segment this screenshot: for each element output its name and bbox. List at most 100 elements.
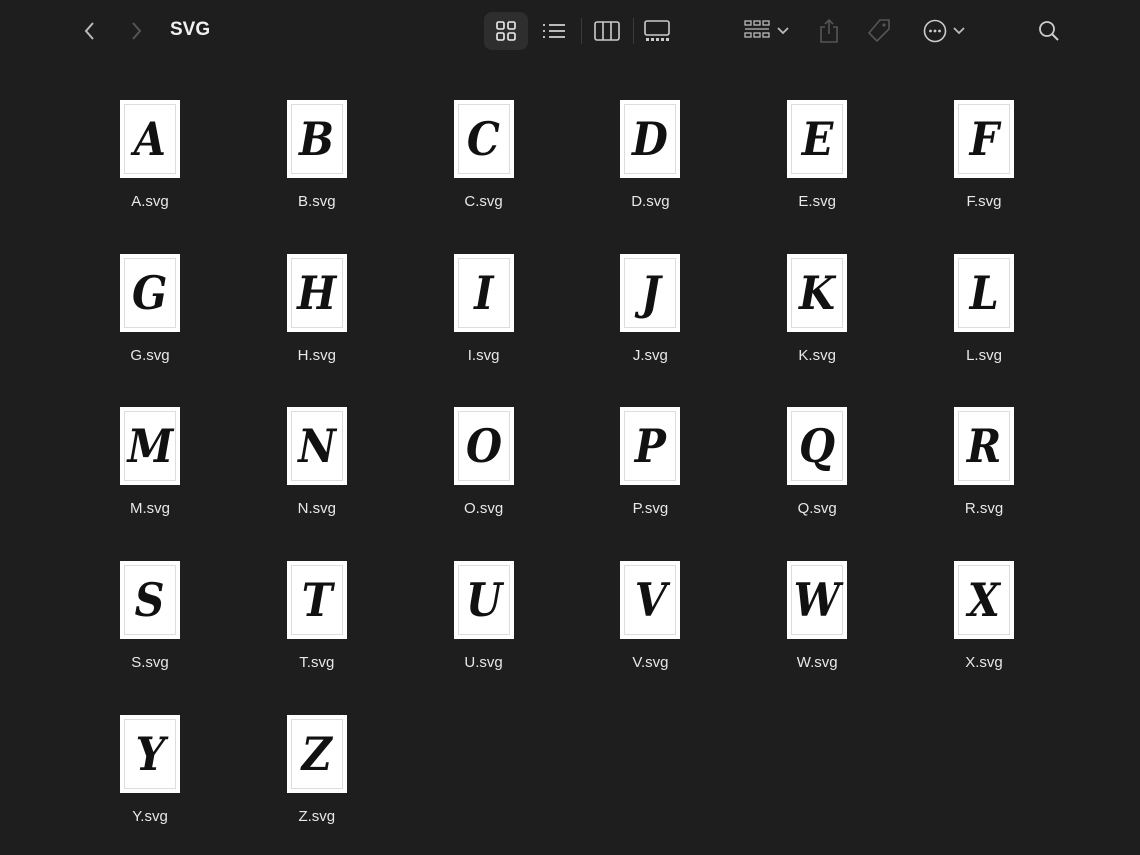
- letter-glyph: U: [465, 573, 502, 628]
- file-item[interactable]: W W.svg: [747, 561, 887, 696]
- file-thumbnail: F: [954, 100, 1014, 178]
- file-item[interactable]: T T.svg: [247, 561, 387, 696]
- file-item[interactable]: M M.svg: [80, 407, 220, 542]
- letter-glyph: Q: [799, 419, 836, 474]
- file-item[interactable]: S S.svg: [80, 561, 220, 696]
- column-view-button[interactable]: [589, 12, 625, 50]
- file-item[interactable]: I I.svg: [414, 253, 554, 389]
- file-name: M.svg: [129, 500, 170, 518]
- letter-glyph: B: [299, 112, 335, 166]
- letter-glyph: O: [465, 419, 502, 474]
- file-item[interactable]: R R.svg: [914, 407, 1054, 542]
- file-name: T.svg: [299, 654, 335, 672]
- share-button[interactable]: [814, 12, 844, 50]
- file-item[interactable]: C C.svg: [414, 100, 554, 235]
- letter-glyph: P: [634, 419, 666, 474]
- file-item[interactable]: Z Z.svg: [247, 714, 387, 850]
- file-thumbnail: S: [120, 561, 180, 640]
- gallery-view-button[interactable]: [639, 12, 675, 50]
- file-thumbnail: E: [787, 100, 848, 178]
- file-item[interactable]: X X.svg: [914, 561, 1054, 696]
- letter-glyph: G: [132, 265, 168, 320]
- file-name: J.svg: [632, 346, 668, 364]
- letter-glyph: E: [801, 112, 833, 166]
- file-item[interactable]: G G.svg: [80, 253, 220, 389]
- file-item[interactable]: Y Y.svg: [80, 714, 220, 850]
- file-item[interactable]: D D.svg: [580, 100, 720, 235]
- file-thumbnail: V: [620, 561, 681, 640]
- file-name: R.svg: [964, 500, 1004, 518]
- file-item[interactable]: B B.svg: [247, 100, 387, 235]
- divider: [581, 18, 582, 44]
- file-name: W.svg: [796, 654, 838, 672]
- file-name: V.svg: [632, 654, 669, 672]
- finder-toolbar: SVG: [0, 0, 1140, 62]
- list-view-button[interactable]: [536, 12, 572, 50]
- divider: [633, 18, 634, 44]
- list-icon: [543, 24, 565, 38]
- letter-glyph: X: [967, 573, 1001, 628]
- file-item[interactable]: E E.svg: [747, 100, 887, 235]
- file-name: D.svg: [631, 193, 670, 210]
- file-name: B.svg: [298, 193, 336, 210]
- file-item[interactable]: N N.svg: [247, 407, 387, 542]
- file-item[interactable]: Q Q.svg: [747, 407, 887, 542]
- file-name: C.svg: [464, 193, 503, 210]
- file-item[interactable]: A A.svg: [80, 100, 220, 235]
- chevron-left-icon: [84, 22, 94, 40]
- file-thumbnail: M: [120, 407, 180, 486]
- share-icon: [820, 18, 838, 43]
- file-item[interactable]: K K.svg: [747, 253, 887, 389]
- file-item[interactable]: P P.svg: [580, 407, 720, 542]
- file-thumbnail: N: [286, 407, 347, 486]
- tag-button[interactable]: [864, 12, 894, 50]
- file-item[interactable]: F F.svg: [914, 100, 1054, 235]
- file-name: U.svg: [464, 654, 503, 672]
- letter-glyph: R: [966, 419, 1002, 474]
- folder-title: SVG: [170, 19, 211, 40]
- file-item[interactable]: O O.svg: [414, 407, 554, 542]
- file-name: E.svg: [798, 193, 836, 210]
- forward-button[interactable]: [124, 16, 150, 46]
- file-item[interactable]: J J.svg: [580, 253, 720, 389]
- letter-glyph: Y: [135, 726, 165, 781]
- file-thumbnail: O: [453, 407, 514, 486]
- file-thumbnail: G: [120, 253, 180, 332]
- letter-glyph: N: [297, 419, 336, 474]
- file-name: L.svg: [966, 346, 1002, 364]
- letter-glyph: T: [301, 573, 333, 628]
- file-name: Y.svg: [132, 807, 168, 825]
- letter-glyph: J: [640, 265, 661, 320]
- file-thumbnail: R: [954, 407, 1014, 486]
- file-thumbnail: Y: [120, 714, 180, 793]
- search-button[interactable]: [1034, 14, 1064, 48]
- file-item[interactable]: V V.svg: [580, 561, 720, 696]
- file-name: S.svg: [131, 654, 169, 672]
- file-thumbnail: H: [286, 253, 347, 332]
- letter-glyph: Z: [301, 726, 332, 781]
- file-thumbnail: Z: [286, 714, 347, 793]
- file-thumbnail: B: [286, 100, 347, 178]
- letter-glyph: V: [634, 573, 667, 628]
- file-item[interactable]: L L.svg: [914, 253, 1054, 389]
- file-name: F.svg: [966, 193, 1002, 210]
- icon-view-button[interactable]: [484, 12, 528, 50]
- file-thumbnail: X: [954, 561, 1014, 640]
- file-name: H.svg: [297, 346, 336, 364]
- group-by-button[interactable]: [740, 12, 794, 50]
- letter-glyph: F: [969, 112, 999, 166]
- file-thumbnail: Q: [787, 407, 848, 486]
- file-name: N.svg: [297, 500, 336, 518]
- letter-glyph: A: [133, 112, 167, 166]
- back-button[interactable]: [76, 16, 102, 46]
- letter-glyph: W: [793, 573, 841, 628]
- file-item[interactable]: H H.svg: [247, 253, 387, 389]
- file-name: K.svg: [798, 346, 836, 364]
- tag-icon: [867, 19, 890, 43]
- file-item[interactable]: U U.svg: [414, 561, 554, 696]
- letter-glyph: S: [135, 573, 165, 628]
- file-thumbnail: A: [120, 100, 180, 178]
- letter-glyph: M: [127, 419, 173, 474]
- file-name: O.svg: [464, 500, 504, 518]
- more-actions-button[interactable]: [918, 12, 970, 50]
